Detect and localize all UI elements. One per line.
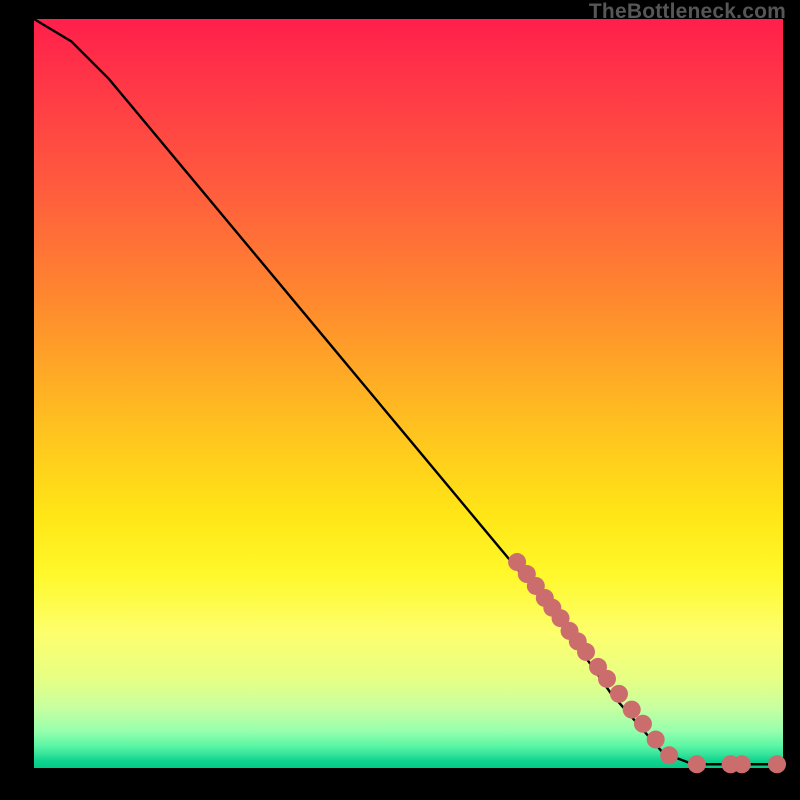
chart-point <box>623 701 641 719</box>
chart-point <box>733 755 751 773</box>
attribution-text: TheBottleneck.com <box>589 0 786 24</box>
chart-overlay <box>34 19 783 768</box>
chart-point <box>634 715 652 733</box>
chart-point <box>610 685 628 703</box>
chart-point <box>577 643 595 661</box>
chart-point <box>688 755 706 773</box>
chart-point <box>647 731 665 749</box>
chart-stage: TheBottleneck.com <box>0 0 800 800</box>
chart-point <box>598 670 616 688</box>
chart-point <box>660 746 678 764</box>
chart-curve <box>34 19 783 764</box>
chart-points <box>508 553 786 773</box>
chart-point <box>768 755 786 773</box>
